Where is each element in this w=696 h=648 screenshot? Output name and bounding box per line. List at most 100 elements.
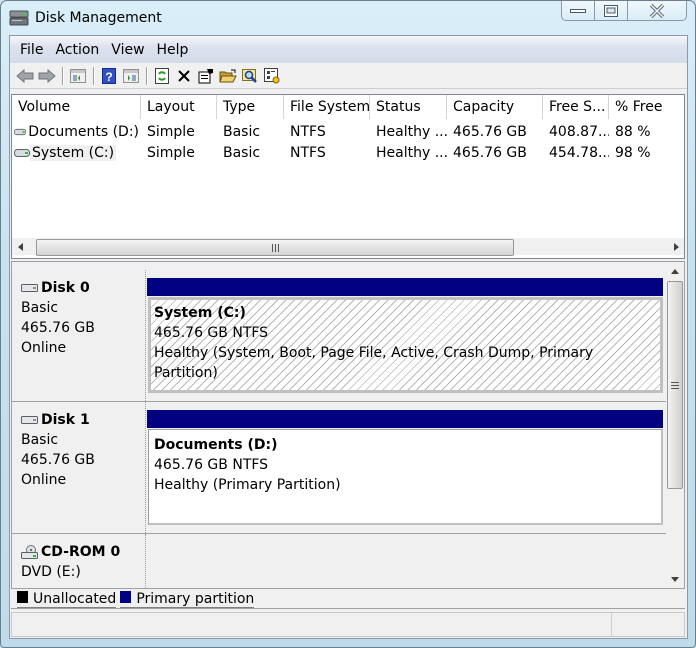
disk-name-label: Disk 1 [21,410,145,430]
properties-button[interactable] [195,65,217,87]
cdrom-0-row: CD-ROM 0 DVD (E:) [12,534,666,588]
maximize-icon [604,4,618,17]
cdrom-0-media-area [147,534,666,588]
disk-1-info[interactable]: Disk 1 Basic 465.76 GB Online [12,402,146,533]
column-header-percent-free[interactable]: % Free [609,95,684,119]
properties-icon [198,68,213,83]
disk-type: Basic [21,432,59,448]
disk-0-partitions: System (C:) 465.76 GB NTFS Healthy (Syst… [147,270,666,401]
explore-button[interactable] [239,65,261,87]
disk-graphical-view: Disk 0 Basic 465.76 GB Online System (C:… [11,261,685,589]
disk-management-window: Disk Management File Action View Help ? … [0,0,696,648]
client-area: File Action View Help ? Volume Layout Ty… [9,35,688,639]
window-title: Disk Management [35,10,162,26]
explore-icon [242,68,257,83]
toolbar-separator [62,66,63,85]
disk-management-app-icon [9,9,29,27]
delete-button[interactable] [173,65,195,87]
title-bar[interactable]: Disk Management [1,1,695,35]
column-header-type[interactable]: Type [217,95,284,119]
table-row[interactable]: System (C:) Simple Basic NTFS Healthy ..… [12,142,684,163]
grip-icon [271,243,279,252]
disk-icon [21,284,38,292]
refresh-button[interactable] [151,65,173,87]
partition-size-fs: 465.76 GB NTFS [154,457,269,473]
show-hide-console-tree-button[interactable] [67,65,89,87]
vertical-scrollbar[interactable] [666,262,684,588]
partition-title: Documents (D:) [154,437,278,453]
volume-name: System (C:) [30,144,117,161]
close-icon [649,3,665,18]
menu-file[interactable]: File [14,40,49,60]
show-hide-action-pane-button[interactable] [120,65,142,87]
volume-list-header: Volume Layout Type File System Status Ca… [12,95,684,119]
delete-icon [178,69,190,82]
settings-button[interactable] [261,65,283,87]
scroll-up-button[interactable] [669,266,681,276]
column-header-file-system[interactable]: File System [284,95,370,119]
volume-drive-icon [14,148,30,157]
free-space-cell: 408.87... [549,123,609,140]
menu-help[interactable]: Help [151,40,195,60]
minimize-button[interactable] [562,1,595,20]
table-row[interactable]: Documents (D:) Simple Basic NTFS Healthy… [12,121,684,142]
percent-free-cell: 98 % [615,144,651,161]
vertical-scroll-thumb[interactable] [667,281,683,489]
primary-partition-swatch [120,590,132,603]
disk-0-info[interactable]: Disk 0 Basic 465.76 GB Online [12,270,146,401]
open-button[interactable] [217,65,239,87]
volume-list: Volume Layout Type File System Status Ca… [11,94,685,259]
column-header-volume[interactable]: Volume [12,95,141,119]
action-pane-icon [123,68,139,83]
type-cell: Basic [223,144,261,161]
volume-list-rows: Documents (D:) Simple Basic NTFS Healthy… [12,121,684,163]
column-header-status[interactable]: Status [370,95,447,119]
disk-name-label: CD-ROM 0 [21,542,145,562]
back-button[interactable] [14,65,36,87]
help-button[interactable]: ? [98,65,120,87]
scroll-down-button[interactable] [669,574,681,584]
disk-name-label: Disk 0 [21,278,145,298]
close-button[interactable] [628,1,686,20]
svg-text:?: ? [105,70,112,84]
disk-type: DVD (E:) [21,564,81,580]
partition-system-c[interactable]: System (C:) 465.76 GB NTFS Healthy (Syst… [148,297,663,393]
disk-size: 465.76 GB [21,452,95,468]
partition-size-fs: 465.76 GB NTFS [154,325,269,341]
cdrom-0-info[interactable]: CD-ROM 0 DVD (E:) [12,534,146,588]
file-system-cell: NTFS [290,144,326,161]
window-controls [561,1,687,21]
volume-cell: System (C:) [12,144,141,161]
legend-label: Unallocated [33,590,117,607]
partition-documents-d[interactable]: Documents (D:) 465.76 GB NTFS Healthy (P… [148,429,663,525]
scroll-left-button[interactable] [14,241,26,253]
status-cell: Healthy ... [376,144,447,161]
menu-view[interactable]: View [105,40,150,60]
primary-partition-bar [147,278,663,296]
capacity-cell: 465.76 GB [453,123,527,140]
horizontal-scroll-thumb[interactable] [36,239,514,256]
status-cell: Healthy ... [376,123,447,140]
minimize-icon [570,8,586,13]
volume-cell: Documents (D:) [12,124,141,140]
layout-cell: Simple [147,123,195,140]
primary-partition-bar [147,410,663,428]
disk-0-row: Disk 0 Basic 465.76 GB Online System (C:… [12,270,666,402]
console-tree-icon [70,68,86,83]
disk-name: CD-ROM 0 [41,544,121,560]
disk-size: 465.76 GB [21,320,95,336]
maximize-button[interactable] [595,1,628,20]
menu-action[interactable]: Action [49,40,105,60]
column-header-free-space[interactable]: Free S... [543,95,609,119]
refresh-icon [155,67,169,84]
unallocated-swatch [17,590,28,603]
column-header-capacity[interactable]: Capacity [447,95,543,119]
column-header-layout[interactable]: Layout [141,95,217,119]
toolbar: ? [10,63,687,89]
disk-icon [21,416,38,424]
back-icon [16,68,34,83]
horizontal-scrollbar[interactable] [12,237,684,256]
toolbar-separator [93,66,94,85]
forward-button[interactable] [36,65,58,87]
scroll-right-button[interactable] [670,241,682,253]
